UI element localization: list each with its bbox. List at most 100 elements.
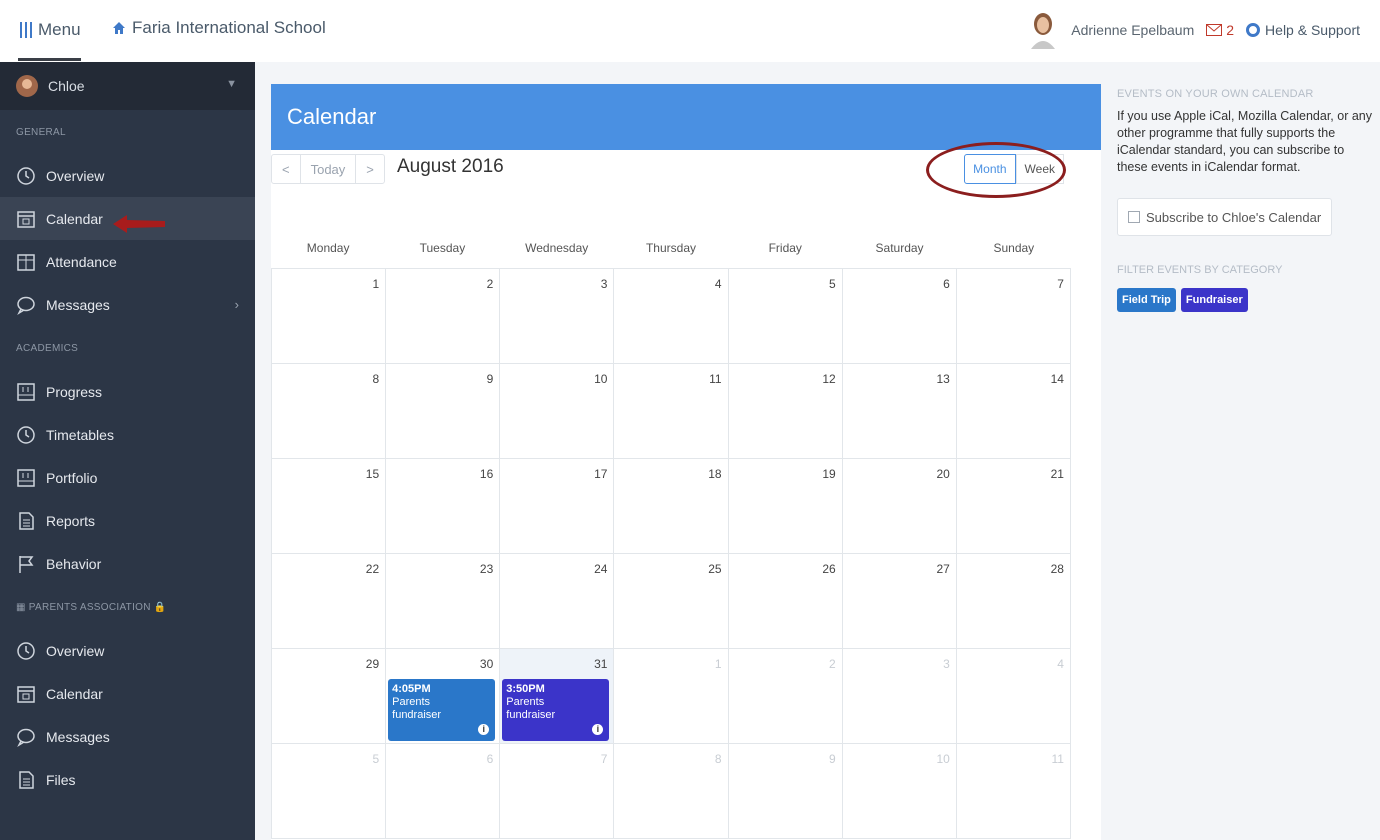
day-cell[interactable]: 3 [842, 649, 957, 744]
day-number: 17 [594, 467, 608, 481]
day-cell[interactable]: 12 [728, 364, 843, 459]
day-cell[interactable]: 21 [956, 459, 1071, 554]
day-cell[interactable]: 28 [956, 554, 1071, 649]
event-time: 3:50PM [506, 683, 545, 695]
chat-icon [17, 296, 35, 315]
day-cell[interactable]: 7 [500, 744, 615, 839]
sidebar-item-overview[interactable]: Overview [0, 154, 255, 197]
sidebar-item-portfolio[interactable]: Portfolio [0, 456, 255, 499]
event-parents-fundraiser-tue[interactable]: 4:05PM Parents fundraiser i [388, 679, 496, 741]
week-row: 22 23 24 25 26 27 28 [272, 554, 1071, 649]
event-title-line1: Parents [392, 696, 431, 708]
event-title-line1: Parents [506, 696, 545, 708]
day-cell[interactable]: 1 [614, 649, 729, 744]
info-icon[interactable]: i [478, 724, 490, 735]
prev-month-button[interactable]: < [272, 155, 301, 183]
day-number: 1 [372, 277, 380, 291]
sidebar-item-timetables[interactable]: Timetables [0, 413, 255, 456]
day-cell[interactable]: 27 [842, 554, 957, 649]
filter-field-trip[interactable]: Field Trip [1117, 288, 1176, 312]
day-cell[interactable]: 5 [728, 269, 843, 364]
sidebar-item-label: Reports [46, 512, 96, 529]
day-cell[interactable]: 8 [272, 364, 387, 459]
school-link[interactable]: Faria International School [112, 18, 326, 38]
sidebar-item-label: Messages [46, 296, 110, 313]
sidebar-item-reports[interactable]: Reports [0, 499, 255, 542]
user-area: Adrienne Epelbaum 2 Help & Support [1027, 10, 1360, 50]
week-row: 15 16 17 18 19 20 21 [272, 459, 1071, 554]
top-bar: Menu Faria International School Adrienne… [0, 0, 1380, 62]
subscribe-calendar-button[interactable]: Subscribe to Chloe's Calendar [1117, 198, 1333, 236]
user-avatar[interactable] [1027, 11, 1059, 49]
day-cell[interactable]: 23 [386, 554, 501, 649]
day-cell[interactable]: 20 [842, 459, 957, 554]
day-cell[interactable]: 16 [386, 459, 501, 554]
day-cell[interactable]: 14 [956, 364, 1071, 459]
sidebar-section-general: GENERAL [16, 126, 66, 138]
today-button[interactable]: Today [301, 155, 357, 183]
day-number: 21 [1050, 467, 1064, 481]
day-number: 4 [1057, 657, 1064, 671]
day-number: 30 [479, 657, 494, 671]
day-cell[interactable]: 2 [386, 269, 501, 364]
sidebar-item-behavior[interactable]: Behavior [0, 542, 255, 585]
sidebar-item-attendance[interactable]: Attendance [0, 240, 255, 283]
help-support-link[interactable]: Help & Support [1246, 22, 1360, 38]
sidebar-item-pa-overview[interactable]: Overview [0, 629, 255, 672]
filter-fundraiser[interactable]: Fundraiser [1180, 288, 1248, 312]
sidebar-item-pa-calendar[interactable]: Calendar [0, 672, 255, 715]
day-cell[interactable]: 30 4:05PM Parents fundraiser i [386, 649, 501, 744]
event-title-line2: fundraiser [392, 709, 442, 721]
help-label: Help & Support [1265, 22, 1360, 38]
clock-icon [17, 166, 35, 185]
chevron-down-icon: ▼ [226, 78, 237, 90]
info-icon[interactable]: i [592, 724, 604, 735]
day-cell[interactable]: 4 [956, 649, 1071, 744]
day-cell[interactable]: 4 [614, 269, 729, 364]
next-month-button[interactable]: > [356, 155, 384, 183]
day-number: 11 [1051, 752, 1064, 766]
day-cell[interactable]: 11 [956, 744, 1071, 839]
weekday-header: Monday Tuesday Wednesday Thursday Friday… [271, 228, 1071, 268]
day-cell[interactable]: 26 [728, 554, 843, 649]
sidebar-user-switcher[interactable]: Chloe ▼ [0, 62, 255, 110]
day-cell[interactable]: 8 [614, 744, 729, 839]
sidebar-item-messages[interactable]: Messages › [0, 283, 255, 326]
mail-button[interactable]: 2 [1206, 22, 1234, 38]
day-cell[interactable]: 15 [272, 459, 387, 554]
category-filters: Field Trip Fundraiser [1117, 288, 1380, 312]
sidebar-item-progress[interactable]: Progress [0, 370, 255, 413]
day-cell[interactable]: 3 [500, 269, 615, 364]
day-cell[interactable]: 22 [272, 554, 387, 649]
day-cell[interactable]: 2 [728, 649, 843, 744]
day-cell[interactable]: 9 [728, 744, 843, 839]
day-cell[interactable]: 25 [614, 554, 729, 649]
user-name[interactable]: Adrienne Epelbaum [1071, 22, 1194, 38]
day-cell[interactable]: 19 [728, 459, 843, 554]
day-cell[interactable]: 13 [842, 364, 957, 459]
day-cell[interactable]: 18 [614, 459, 729, 554]
calendar-nav: < Today > [271, 154, 385, 184]
day-cell[interactable]: 29 [272, 649, 387, 744]
calendar-toolbar: < Today > August 2016 Month Week [271, 142, 1071, 198]
day-cell[interactable]: 7 [956, 269, 1071, 364]
menu-button[interactable]: Menu [18, 18, 81, 61]
day-cell[interactable]: 11 [614, 364, 729, 459]
day-cell[interactable]: 6 [386, 744, 501, 839]
day-number: 3 [943, 657, 950, 671]
month-title: August 2016 [397, 156, 504, 177]
sidebar-item-pa-files[interactable]: Files [0, 758, 255, 801]
sidebar-item-pa-messages[interactable]: Messages [0, 715, 255, 758]
day-number: 13 [936, 372, 950, 386]
day-cell[interactable]: 10 [842, 744, 957, 839]
day-cell[interactable]: 10 [500, 364, 615, 459]
day-cell[interactable]: 1 [272, 269, 387, 364]
day-cell[interactable]: 6 [842, 269, 957, 364]
day-cell[interactable]: 24 [500, 554, 615, 649]
day-cell[interactable]: 5 [272, 744, 387, 839]
sidebar-item-label: Progress [46, 383, 103, 400]
day-cell[interactable]: 9 [386, 364, 501, 459]
event-parents-fundraiser-wed[interactable]: 3:50PM Parents fundraiser i [502, 679, 610, 741]
day-cell-today[interactable]: 31 3:50PM Parents fundraiser i [500, 649, 615, 744]
day-cell[interactable]: 17 [500, 459, 615, 554]
